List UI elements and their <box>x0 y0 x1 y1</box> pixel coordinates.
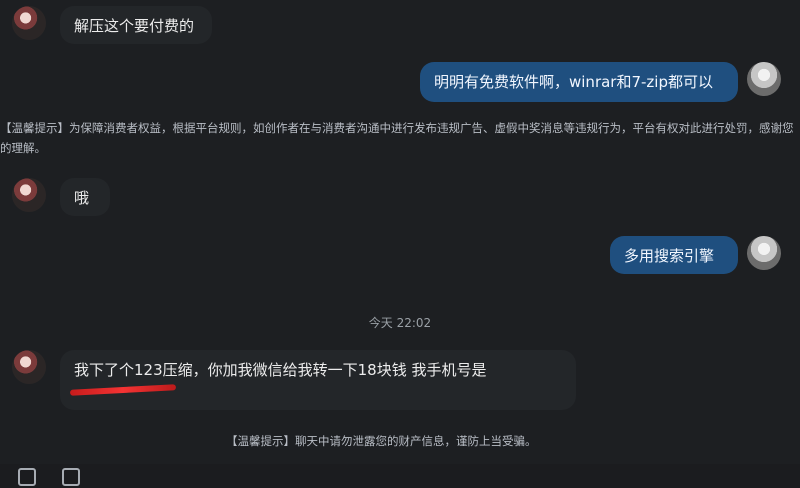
contact-avatar[interactable] <box>12 350 46 384</box>
message-bubble: 我下了个123压缩，你加我微信给我转一下18块钱 我手机号是 <box>60 350 576 410</box>
system-notice: 【温馨提示】为保障消费者权益，根据平台规则，如创作者在与消费者沟通中进行发布违规… <box>0 118 798 158</box>
message-bubble: 多用搜索引擎 <box>610 236 738 274</box>
chat-window: 解压这个要付费的 明明有免费软件啊，winrar和7-zip都可以 【温馨提示】… <box>0 0 800 488</box>
timestamp: 今天 22:02 <box>368 316 432 330</box>
user-avatar[interactable] <box>747 62 781 96</box>
image-icon[interactable] <box>18 468 36 486</box>
user-avatar[interactable] <box>747 236 781 270</box>
message-text: 我下了个123压缩，你加我微信给我转一下18块钱 我手机号是 <box>74 361 487 379</box>
notice-text: 【温馨提示】聊天中请勿泄露您的财产信息，谨防上当受骗。 <box>226 434 537 448</box>
system-notice: 【温馨提示】聊天中请勿泄露您的财产信息，谨防上当受骗。 <box>226 431 537 451</box>
message-text: 明明有免费软件啊，winrar和7-zip都可以 <box>434 73 713 91</box>
message-bubble: 哦 <box>60 178 110 216</box>
contact-avatar[interactable] <box>12 6 46 40</box>
message-text: 哦 <box>74 189 90 207</box>
message-text: 多用搜索引擎 <box>624 247 715 265</box>
message-text: 解压这个要付费的 <box>74 17 195 35</box>
contact-avatar[interactable] <box>12 178 46 212</box>
notice-text: 【温馨提示】为保障消费者权益，根据平台规则，如创作者在与消费者沟通中进行发布违规… <box>0 121 794 155</box>
message-bubble: 明明有免费软件啊，winrar和7-zip都可以 <box>420 62 738 102</box>
chat-toolbar <box>0 464 800 488</box>
calendar-icon[interactable] <box>62 468 80 486</box>
message-bubble: 解压这个要付费的 <box>60 6 212 44</box>
